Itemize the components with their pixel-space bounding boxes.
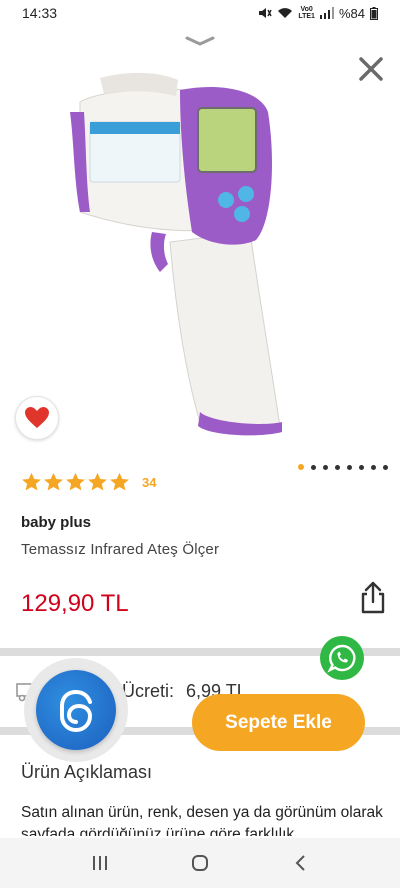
- description-title[interactable]: Ürün Açıklaması: [21, 762, 152, 783]
- pager-dot[interactable]: [347, 464, 352, 470]
- status-time: 14:33: [22, 5, 58, 21]
- whatsapp-icon: [327, 644, 356, 673]
- favorite-button[interactable]: [15, 396, 59, 440]
- back-icon: [295, 855, 305, 871]
- star-icon: [22, 472, 41, 491]
- status-icons: Vo0 LTE1 %84: [258, 6, 378, 21]
- mute-icon: [259, 8, 272, 18]
- description-text: Satın alınan ürün, renk, desen ya da gör…: [21, 804, 383, 836]
- chevron-down-icon[interactable]: [184, 34, 216, 48]
- star-icon: [110, 472, 129, 491]
- recents-icon: [93, 856, 107, 870]
- assistant-icon: [60, 690, 93, 733]
- recent-apps-button[interactable]: [80, 843, 120, 883]
- home-icon: [192, 855, 208, 871]
- shipping-label: Ücreti:: [122, 680, 175, 701]
- star-icon: [66, 472, 85, 491]
- star-icon: [88, 472, 107, 491]
- product-gallery[interactable]: [0, 26, 400, 466]
- pager-dot[interactable]: [371, 464, 376, 470]
- assistant-button[interactable]: [24, 658, 128, 762]
- battery-icon: [370, 6, 378, 20]
- heart-icon: [25, 407, 49, 428]
- pager-dot[interactable]: [298, 464, 304, 470]
- close-icon[interactable]: [356, 54, 386, 84]
- signal-icon: [319, 7, 334, 19]
- back-button[interactable]: [280, 843, 320, 883]
- rating-count[interactable]: 34: [142, 475, 156, 490]
- home-button[interactable]: [180, 843, 220, 883]
- product-name: Temassız Infrared Ateş Ölçer: [21, 541, 220, 558]
- rating-stars: [21, 472, 130, 492]
- pager-dot[interactable]: [323, 464, 328, 470]
- battery-percent: %84: [338, 5, 365, 21]
- pager-dot[interactable]: [383, 464, 388, 470]
- rating[interactable]: 34: [21, 472, 156, 492]
- star-icon: [44, 472, 63, 491]
- pager-dot[interactable]: [311, 464, 316, 470]
- wifi-icon: [278, 8, 293, 18]
- product-brand[interactable]: baby plus: [21, 514, 91, 531]
- pager-dot[interactable]: [359, 464, 364, 470]
- image-pager[interactable]: [298, 464, 388, 470]
- pager-dot[interactable]: [335, 464, 340, 470]
- network-label: Vo0 LTE1: [298, 6, 315, 20]
- assistant-badge: [36, 670, 116, 750]
- share-icon[interactable]: [358, 580, 388, 616]
- product-price: 129,90 TL: [21, 590, 129, 617]
- status-bar: 14:33 Vo0 LTE1 %84: [0, 0, 400, 26]
- system-nav-bar: [0, 838, 400, 888]
- product-image: [70, 72, 282, 436]
- whatsapp-button[interactable]: [320, 636, 364, 680]
- add-to-cart-button[interactable]: Sepete Ekle: [192, 694, 365, 751]
